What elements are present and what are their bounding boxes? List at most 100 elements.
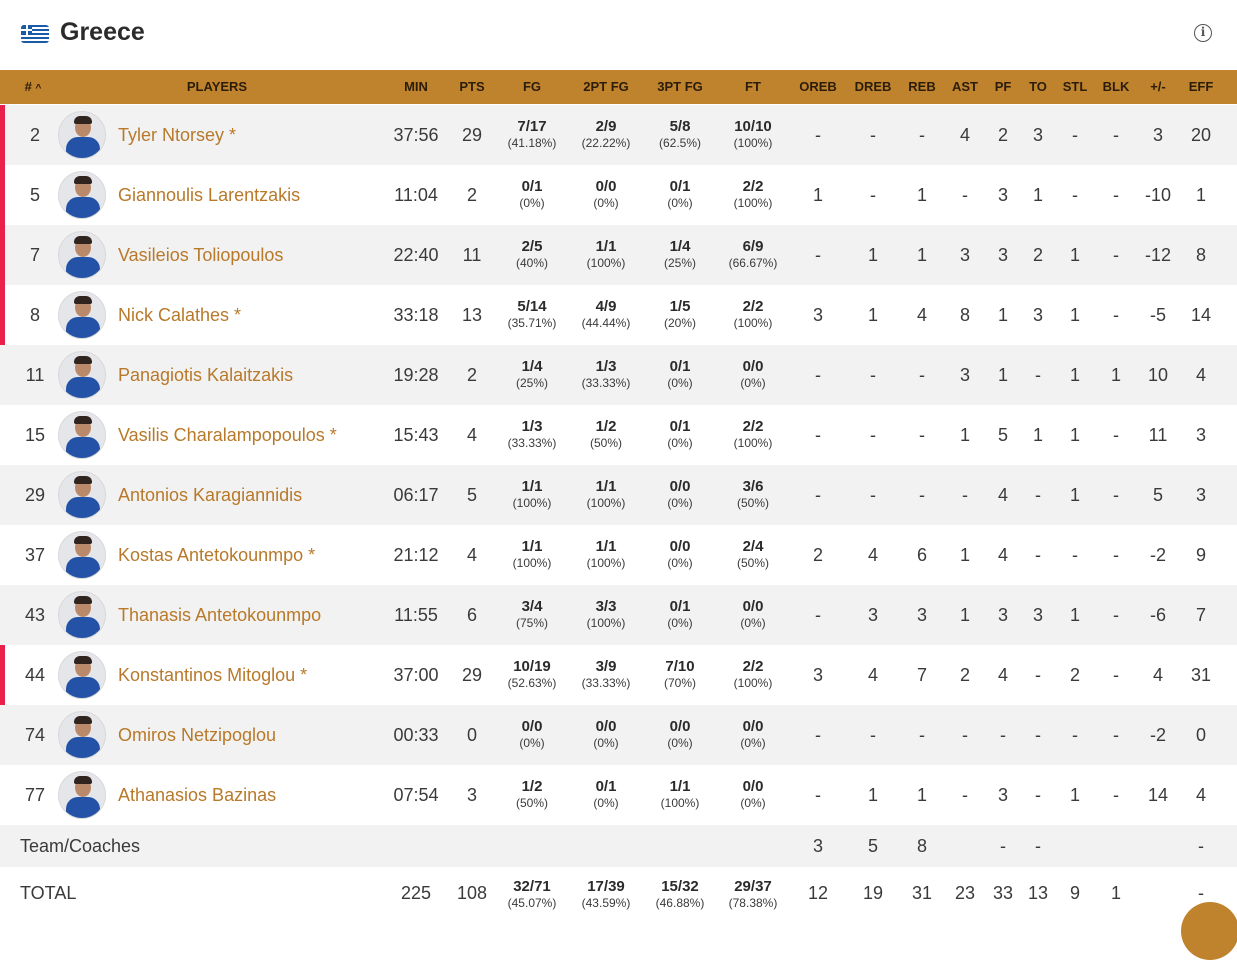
player-name-link[interactable]: Omiros Netzipoglou [118, 705, 276, 765]
player-number: 74 [24, 725, 46, 745]
col-to-header[interactable]: TO [1022, 70, 1054, 104]
col-fg-header[interactable]: FG [502, 70, 562, 104]
stat-stl: 1 [1069, 365, 1080, 385]
player-avatar[interactable] [58, 771, 106, 819]
table-row[interactable]: 8 Nick Calathes * 33:18 13 3 1 4 8 1 3 1- -5 14 5/14(… [0, 285, 1237, 345]
stat-pm: 5 [1152, 485, 1163, 505]
player-name-link[interactable]: Nick Calathes * [118, 285, 241, 345]
table-row[interactable]: 15 Vasilis Charalampopoulos * 15:43 4- - -1 5 1… [0, 405, 1237, 465]
table-row[interactable]: 77 Athanasios Bazinas 07:54 3 - 1 1 - 3 - 1 - 14 4 1/2… [0, 765, 1237, 825]
table-row[interactable]: 7 Vasileios Toliopoulos 22:40 11-1 1 3 3 2 1- -12… [0, 225, 1237, 285]
stat-ast: - [962, 785, 968, 805]
stat-blk: - [1113, 125, 1119, 145]
col-ft-header[interactable]: FT [723, 70, 783, 104]
player-avatar[interactable] [58, 531, 106, 579]
stat-oreb: 1 [812, 185, 823, 205]
stat-fg2: 1/1 (100%) [571, 238, 641, 271]
chat-button[interactable] [1181, 902, 1237, 960]
player-avatar[interactable] [58, 231, 106, 279]
table-row[interactable]: 2 Tyler Ntorsey * 37:56 29 - - - 4 2 3 - - 3 20 7/17 (4… [0, 105, 1237, 165]
col-number-header[interactable]: # ^ [18, 70, 48, 104]
stat-fg3-pct: (100%) [660, 796, 700, 810]
player-number: 5 [29, 185, 40, 205]
stat-pts: 29 [461, 665, 483, 685]
table-row[interactable]: 29 Antonios Karagiannidis 06:17 5 - - - - 4 - 1 - 5 3… [0, 465, 1237, 525]
player-name-link[interactable]: Tyler Ntorsey * [118, 105, 236, 165]
stat-dreb: 1 [867, 785, 878, 805]
col-plusminus-header[interactable]: +/- [1138, 70, 1178, 104]
starter-indicator [0, 645, 5, 705]
table-row[interactable]: 5 Giannoulis Larentzakis 11:04 2 1 - 1 - 3 1 - - -10… [0, 165, 1237, 225]
stat-fg2-made: 1/3 [595, 358, 617, 375]
table-row[interactable]: 44 Konstantinos Mitoglou * 37:00 29 3 4 7 2 4 - 2 -… [0, 645, 1237, 705]
col-players-header[interactable]: PLAYERS [147, 70, 287, 104]
player-avatar[interactable] [58, 111, 106, 159]
total-2pt: 17/39 (43.59%) [581, 878, 631, 910]
stat-ast: 8 [959, 305, 970, 325]
player-name-link[interactable]: Kostas Antetokounmpo * [118, 525, 315, 585]
player-name-link[interactable]: Thanasis Antetokounmpo [118, 585, 321, 645]
stat-blk: - [1113, 545, 1119, 565]
player-avatar[interactable] [58, 651, 106, 699]
col-dreb-header[interactable]: DREB [847, 70, 899, 104]
stat-to: - [1035, 665, 1041, 685]
player-name-link[interactable]: Konstantinos Mitoglou * [118, 645, 307, 705]
stat-pm: -5 [1149, 305, 1166, 325]
player-avatar[interactable] [58, 471, 106, 519]
stat-fg2-pct: (100%) [586, 556, 626, 570]
col-blk-header[interactable]: BLK [1097, 70, 1135, 104]
stat-fg2-made: 0/0 [595, 718, 617, 735]
sort-ascending-icon[interactable]: ^ [36, 83, 42, 94]
player-avatar[interactable] [58, 171, 106, 219]
stat-fg: 1/1 (100%) [497, 538, 567, 571]
stat-ft-made: 2/4 [742, 538, 764, 555]
stat-ft-pct: (0%) [740, 736, 766, 750]
stat-ft: 2/2 (100%) [718, 298, 788, 331]
stat-fg3: 1/4 (25%) [645, 238, 715, 271]
stat-fg3: 0/1 (0%) [645, 178, 715, 211]
info-icon[interactable]: i [1194, 24, 1212, 42]
stat-reb: 1 [916, 185, 927, 205]
stat-min: 37:00 [393, 665, 439, 685]
player-avatar[interactable] [58, 711, 106, 759]
player-name-link[interactable]: Panagiotis Kalaitzakis [118, 345, 293, 405]
stat-blk: - [1113, 185, 1119, 205]
stat-ft-pct: (0%) [740, 616, 766, 630]
stat-fg-made: 0/0 [521, 718, 543, 735]
table-row[interactable]: 11 Panagiotis Kalaitzakis 19:28 2- - -3 1-1 1 10… [0, 345, 1237, 405]
player-name-link[interactable]: Vasileios Toliopoulos [118, 225, 283, 285]
col-eff-header[interactable]: EFF [1181, 70, 1221, 104]
stat-pf: 4 [997, 545, 1008, 565]
col-ast-header[interactable]: AST [945, 70, 985, 104]
stat-pts: 3 [466, 785, 477, 805]
stat-reb: 6 [916, 545, 927, 565]
player-name-link[interactable]: Giannoulis Larentzakis [118, 165, 300, 225]
player-avatar[interactable] [58, 291, 106, 339]
player-name-link[interactable]: Vasilis Charalampopoulos * [118, 405, 337, 465]
stat-fg-made: 3/4 [521, 598, 543, 615]
col-3pt-header[interactable]: 3PT FG [645, 70, 715, 104]
table-row[interactable]: 43 Thanasis Antetokounmpo 11:55 6 - 3 3 1 3 3 1 - -6… [0, 585, 1237, 645]
stat-oreb: - [815, 605, 821, 625]
col-2pt-header[interactable]: 2PT FG [571, 70, 641, 104]
col-oreb-header[interactable]: OREB [792, 70, 844, 104]
total-dreb: 19 [862, 883, 884, 903]
player-avatar[interactable] [58, 411, 106, 459]
stat-eff: 20 [1190, 125, 1212, 145]
table-row[interactable]: 74 Omiros Netzipoglou 00:33 0 - - - - - - - - -2 0 0/0… [0, 705, 1237, 765]
col-min-header[interactable]: MIN [386, 70, 446, 104]
player-avatar[interactable] [58, 351, 106, 399]
team-coaches-row: Team/Coaches 3 5 8 - - - [0, 825, 1237, 867]
player-name-link[interactable]: Antonios Karagiannidis [118, 465, 302, 525]
player-avatar[interactable] [58, 591, 106, 639]
col-reb-header[interactable]: REB [900, 70, 944, 104]
col-pf-header[interactable]: PF [987, 70, 1019, 104]
stat-pts: 2 [466, 365, 477, 385]
col-pts-header[interactable]: PTS [442, 70, 502, 104]
stat-fg3-made: 0/1 [669, 418, 691, 435]
team-coaches-label: Team/Coaches [20, 836, 141, 856]
player-number: 77 [24, 785, 46, 805]
table-row[interactable]: 37 Kostas Antetokounmpo * 21:12 4 2 4 6 1 4 - - - -2… [0, 525, 1237, 585]
player-name-link[interactable]: Athanasios Bazinas [118, 765, 276, 825]
col-stl-header[interactable]: STL [1056, 70, 1094, 104]
